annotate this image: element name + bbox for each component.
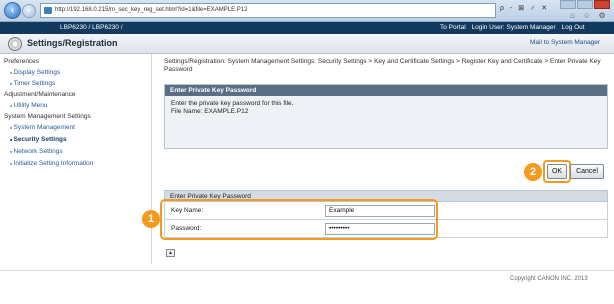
sidebar-item-security-settings[interactable]: Security Settings <box>10 136 67 143</box>
breadcrumb: Settings/Registration: System Management… <box>164 58 601 73</box>
panel-body: Enter the private key password for this … <box>165 96 607 148</box>
settings-gear-icon <box>8 37 22 51</box>
sidebar-item-timer-settings[interactable]: Timer Settings <box>10 80 56 87</box>
logout-link[interactable]: Log Out <box>561 24 584 31</box>
address-text: http://192.168.0.215/m_sec_key_reg_set.h… <box>55 7 248 13</box>
sidebar-item-network-settings[interactable]: Network Settings <box>10 148 63 155</box>
browser-icons[interactable]: ⌂ ☆ ⚙ <box>570 11 609 20</box>
panel-title: Enter Private Key Password <box>165 85 607 96</box>
sidebar-item-system-management[interactable]: System Management <box>10 124 75 131</box>
login-user-text: Login User: System Manager <box>471 24 556 31</box>
sidebar-item-initialize-settings[interactable]: Initialize Setting Information <box>10 160 94 167</box>
close-icon[interactable] <box>594 0 610 9</box>
favicon-icon <box>44 7 52 14</box>
to-portal-link[interactable]: To Portal <box>440 24 466 31</box>
window-controls <box>560 0 614 10</box>
browser-toolbar: ‹ › http://192.168.0.215/m_sec_key_reg_s… <box>0 0 614 22</box>
portal-links: To Portal Login User: System Manager Log… <box>440 22 589 34</box>
footer-divider <box>0 270 614 271</box>
sidebar-section-system-management: System Management Settings <box>4 113 91 120</box>
copyright-text: Copyright CANON INC. 2013 <box>510 276 588 282</box>
device-name: LBP6230 / LBP6230 / <box>60 24 123 31</box>
ok-button[interactable]: OK <box>547 164 567 179</box>
cancel-button[interactable]: Cancel <box>570 164 604 179</box>
back-arrow-icon[interactable]: ‹ <box>4 2 21 19</box>
sidebar-section-preferences: Preferences <box>4 58 40 65</box>
mail-to-system-manager-link[interactable]: Mail to System Manager <box>530 39 600 46</box>
back-to-top-icon[interactable]: ▲ <box>166 249 175 257</box>
callout-badge-2: 2 <box>524 163 542 181</box>
sidebar-item-display-settings[interactable]: Display Settings <box>10 69 61 76</box>
sidebar-item-utility-menu[interactable]: Utility Menu <box>10 102 48 109</box>
instruction-text: Enter the private key password for this … <box>171 100 294 107</box>
callout-badge-1: 1 <box>142 210 160 228</box>
device-header: LBP6230 / LBP6230 / To Portal Login User… <box>0 22 614 34</box>
address-tools[interactable]: ρ - ⊠ ♂ ✕ <box>500 4 549 12</box>
info-panel: Enter Private Key Password Enter the pri… <box>164 84 608 149</box>
minimize-icon[interactable] <box>560 0 576 9</box>
forward-arrow-icon[interactable]: › <box>22 4 36 18</box>
page-title: Settings/Registration <box>27 38 118 48</box>
page-title-bar: Settings/Registration Mail to System Man… <box>0 34 614 54</box>
sidebar: Preferences Display Settings Timer Setti… <box>0 54 152 264</box>
maximize-icon[interactable] <box>577 0 593 9</box>
file-name-text: File Name: EXAMPLE.P12 <box>171 108 249 115</box>
address-bar[interactable]: http://192.168.0.215/m_sec_key_reg_set.h… <box>40 3 496 18</box>
form-highlight-ring <box>160 199 438 240</box>
sidebar-section-adjustment: Adjustment/Maintenance <box>4 91 76 98</box>
